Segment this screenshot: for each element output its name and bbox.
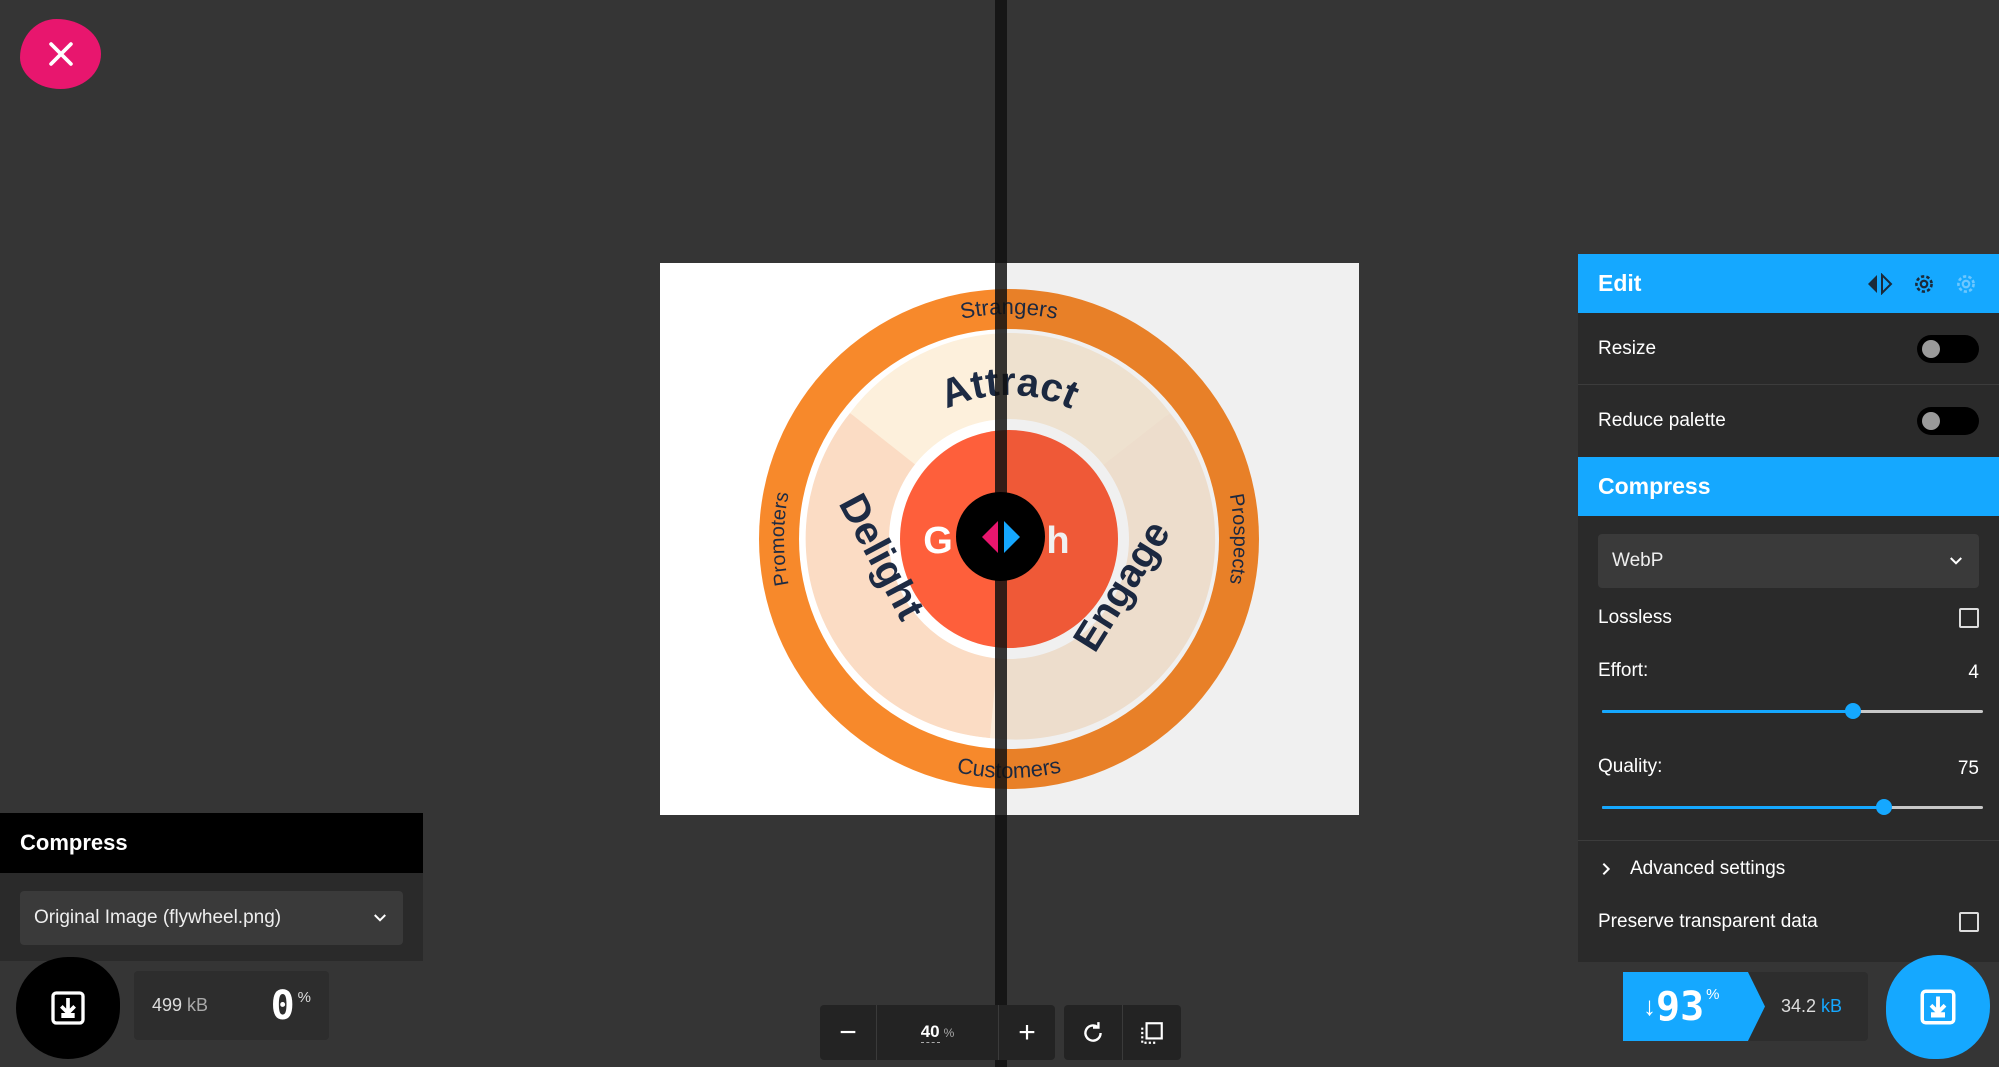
effort-slider-fill <box>1602 710 1854 713</box>
settings-paste-icon[interactable] <box>1953 271 1979 297</box>
split-handle[interactable] <box>956 492 1045 581</box>
quality-label: Quality: <box>1598 756 1663 777</box>
zoom-controls: − 40 % + <box>820 1005 1055 1060</box>
close-button[interactable] <box>20 19 101 89</box>
preserve-transparent-label: Preserve transparent data <box>1598 911 1818 932</box>
zoom-value: 40 <box>920 1022 940 1043</box>
compress-title: Compress <box>1598 473 1711 499</box>
compressed-side-overlay <box>1007 263 1359 815</box>
chevron-down-icon <box>1950 557 1962 565</box>
quality-slider-block: Quality: 75 <box>1578 744 1999 840</box>
rotate-icon <box>1084 1021 1102 1042</box>
format-value: WebP <box>1612 550 1664 571</box>
chevron-right-icon <box>1602 862 1611 875</box>
advanced-settings-label: Advanced settings <box>1630 857 1786 879</box>
original-percent: 0 <box>270 982 295 1029</box>
rotate-button[interactable] <box>1064 1005 1123 1060</box>
compressed-size-value: 34.2 <box>1781 996 1817 1016</box>
download-icon <box>1920 989 1956 1025</box>
chevron-down-icon <box>374 914 386 922</box>
lossless-label: Lossless <box>1598 607 1672 628</box>
resize-row: Resize <box>1578 313 1999 385</box>
quality-value: 75 <box>1957 758 1979 779</box>
background-toggle-button[interactable] <box>1123 1005 1181 1060</box>
quality-slider[interactable] <box>1602 799 1983 815</box>
preserve-transparent-checkbox[interactable] <box>1959 912 1979 932</box>
original-options-panel: Compress Original Image (flywheel.png) <box>0 813 423 961</box>
close-icon <box>48 42 73 66</box>
effort-slider-block: Effort: 4 <box>1578 648 1999 744</box>
down-arrow-icon: ↓ <box>1643 991 1656 1021</box>
reduce-palette-label: Reduce palette <box>1598 410 1726 431</box>
reduce-palette-row: Reduce palette <box>1578 385 1999 457</box>
download-icon <box>51 991 85 1025</box>
quality-slider-fill <box>1602 806 1884 809</box>
quality-slider-thumb[interactable] <box>1875 799 1892 815</box>
resize-toggle[interactable] <box>1917 334 1979 363</box>
download-compressed-button[interactable] <box>1886 955 1990 1059</box>
original-size-unit: kB <box>187 995 209 1015</box>
effort-label: Effort: <box>1598 660 1649 681</box>
preserve-transparent-row: Preserve transparent data <box>1578 896 1999 948</box>
edit-header: Edit <box>1578 254 1999 313</box>
view-tools <box>1064 1005 1181 1060</box>
source-value: Original Image (flywheel.png) <box>34 907 282 928</box>
left-compress-title: Compress <box>20 830 128 855</box>
output-options-panel: Edit Resize Reduce palette Compress WebP… <box>1578 254 1999 962</box>
compressed-size-box: ↓ 93 % 34.2 kB <box>1623 972 1868 1041</box>
effort-value: 4 <box>1968 662 1979 683</box>
edit-title: Edit <box>1598 270 1642 296</box>
left-compress-header: Compress <box>0 813 423 873</box>
zoom-unit: % <box>943 1025 955 1040</box>
zoom-in-button[interactable]: + <box>999 1005 1055 1060</box>
background-icon <box>1141 1021 1163 1044</box>
effort-slider-thumb[interactable] <box>1845 703 1862 719</box>
lossless-row: Lossless <box>1578 588 1999 648</box>
resize-label: Resize <box>1598 337 1657 359</box>
advanced-settings-row[interactable]: Advanced settings <box>1578 840 1999 896</box>
original-percent-sign: % <box>297 989 311 1006</box>
savings-percent: 93 <box>1656 983 1705 1030</box>
savings-percent-sign: % <box>1706 986 1720 1003</box>
original-size-value: 499 <box>152 995 183 1015</box>
source-select[interactable]: Original Image (flywheel.png) <box>20 891 403 945</box>
compressed-size: 34.2 kB <box>1781 972 1842 1041</box>
center-text-left: G <box>923 520 953 562</box>
compare-arrows-icon[interactable] <box>1865 272 1895 295</box>
download-original-button[interactable] <box>16 957 120 1059</box>
compress-header: Compress <box>1578 457 1999 516</box>
split-arrows-icon <box>981 520 1020 553</box>
reduce-palette-toggle[interactable] <box>1917 407 1979 435</box>
lossless-checkbox[interactable] <box>1959 608 1979 628</box>
original-size-box: 499 kB 0 % <box>134 971 329 1040</box>
format-select[interactable]: WebP <box>1598 534 1979 588</box>
settings-copy-icon[interactable] <box>1911 271 1937 297</box>
compressed-size-unit: kB <box>1821 996 1843 1016</box>
savings-badge: ↓ 93 % <box>1623 972 1765 1041</box>
zoom-out-button[interactable]: − <box>820 1005 876 1060</box>
zoom-input[interactable]: 40 % <box>876 1005 999 1060</box>
effort-slider[interactable] <box>1602 703 1983 719</box>
